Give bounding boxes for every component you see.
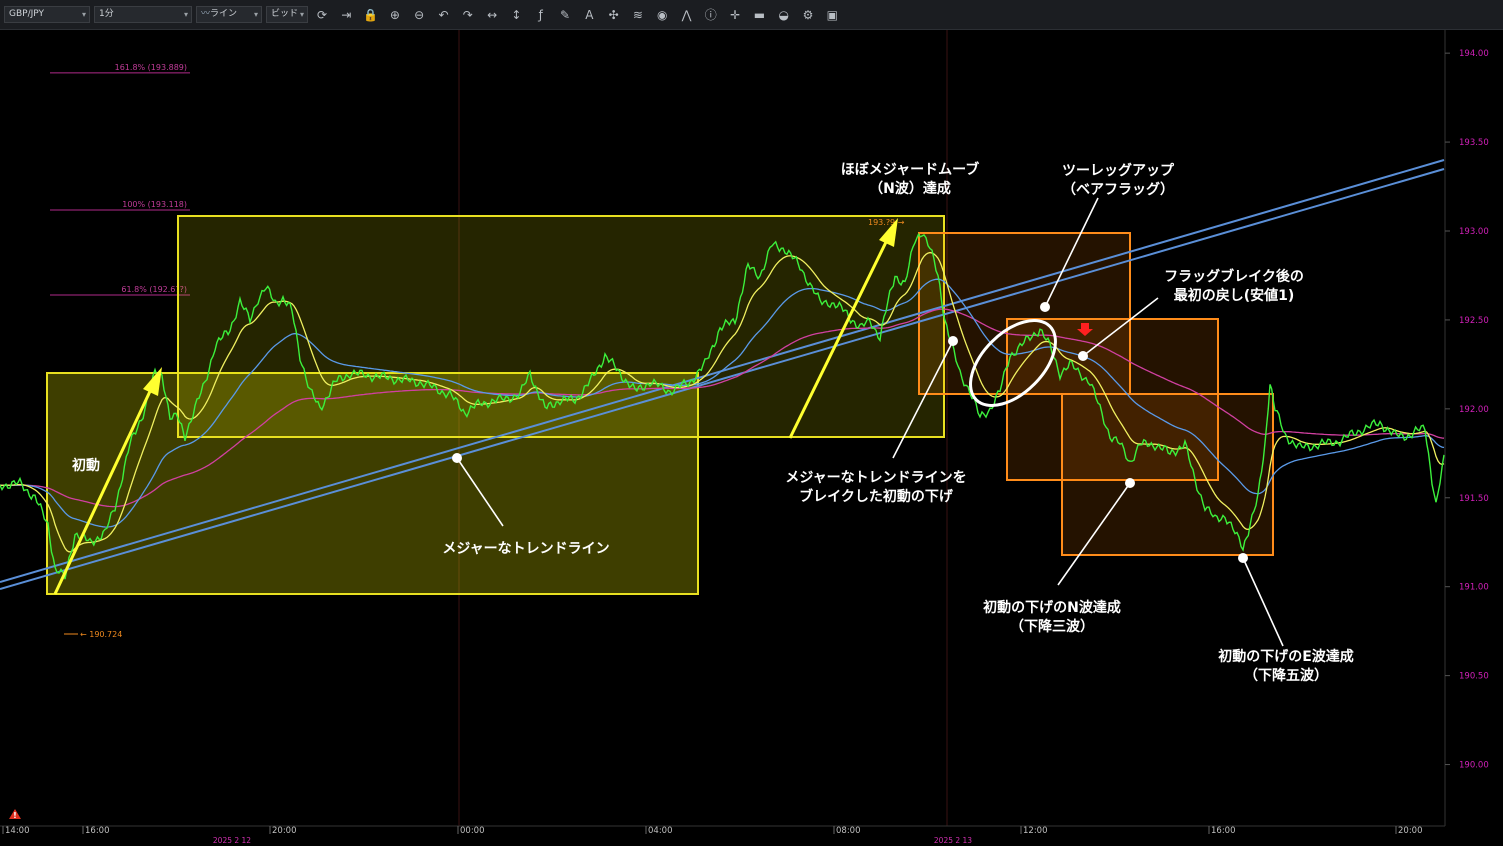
save-icon[interactable]: ▣ xyxy=(823,6,841,24)
low-marker-label: ← 190.724 xyxy=(80,630,122,639)
redo-icon[interactable]: ↷ xyxy=(459,6,477,24)
chevron-down-icon: ▾ xyxy=(81,10,86,19)
chart-style-value: ライン xyxy=(210,9,238,19)
pencil-icon[interactable]: ✎ xyxy=(556,6,574,24)
horizontal-arrows-icon[interactable]: ↔ xyxy=(483,6,501,24)
chart-toolbar: GBP/JPY ▾ 1分 ▾ 〰ライン ▾ ビッド ▾ ⟳ ⇥ 🔒 ⊕ ⊖ ↶ ↷ ↔ ↕ ƒ ✎ A ✣ ≋ ◉ ⋀… xyxy=(0,0,1503,30)
function-icon[interactable]: ƒ xyxy=(532,6,550,24)
symbol-select[interactable]: GBP/JPY ▾ xyxy=(4,6,90,23)
color-bars-icon[interactable]: ▬ xyxy=(750,6,768,24)
crosshair-icon[interactable]: ✣ xyxy=(605,6,623,24)
lock-icon[interactable]: 🔒 xyxy=(362,6,380,24)
chart-style-select[interactable]: 〰ライン ▾ xyxy=(196,6,262,23)
time-axis-label: 20:00 xyxy=(1398,826,1423,836)
price-axis-label: 190.00 xyxy=(1459,761,1489,771)
time-axis-label: 00:00 xyxy=(460,826,485,836)
price-side-value: ビッド xyxy=(271,9,299,19)
annotation-line: 初動の下げのN波達成 xyxy=(983,599,1121,616)
line-style-icon: 〰 xyxy=(201,9,211,19)
annotation-line: ほぼメジャードムーブ xyxy=(841,161,979,178)
price-axis-label: 193.00 xyxy=(1459,227,1489,237)
price-axis-label: 194.00 xyxy=(1459,49,1489,59)
warning-mark: ! xyxy=(13,811,17,820)
vertical-arrows-icon[interactable]: ↕ xyxy=(507,6,525,24)
time-axis-label: 08:00 xyxy=(836,826,861,836)
interval-select-value: 1分 xyxy=(99,9,114,19)
annotation-major-trendline: メジャーなトレンドライン xyxy=(442,541,609,557)
settings-icon[interactable]: ⚙ xyxy=(799,6,817,24)
annotation-line: メジャーなトレンドラインを xyxy=(785,470,966,486)
fib-level-label: 161.8% (193.889) xyxy=(115,63,187,72)
annotation-line: 最初の戻し(安値1) xyxy=(1174,287,1295,304)
price-side-select[interactable]: ビッド ▾ xyxy=(266,6,308,23)
time-axis-label: 04:00 xyxy=(648,826,673,836)
annotation-line: （下降五波） xyxy=(1244,667,1328,684)
chevron-down-icon: ▾ xyxy=(299,10,304,19)
price-axis-label: 191.00 xyxy=(1459,583,1489,593)
layers-icon[interactable]: ≋ xyxy=(629,6,647,24)
down-box-3 xyxy=(1061,393,1274,556)
time-axis-label: 16:00 xyxy=(1211,826,1236,836)
time-axis-label: 12:00 xyxy=(1023,826,1048,836)
annotation-line: ツーレッグアップ xyxy=(1062,162,1175,179)
chevron-down-icon: ▾ xyxy=(253,10,258,19)
indicator-icon[interactable]: ⋀ xyxy=(678,6,696,24)
text-icon[interactable]: A xyxy=(580,6,598,24)
fib-level-label: 100% (193.118) xyxy=(122,200,187,209)
time-axis-label: 16:00 xyxy=(85,826,110,836)
interval-select[interactable]: 1分 ▾ xyxy=(94,6,192,23)
annotation-line: 初動 xyxy=(72,457,100,474)
symbol-select-value: GBP/JPY xyxy=(9,9,44,19)
zoom-out-icon[interactable]: ⊖ xyxy=(410,6,428,24)
annotation-line: ブレイクした初動の下げ xyxy=(799,488,954,505)
cross-icon[interactable]: ✛ xyxy=(726,6,744,24)
price-chart[interactable]: 161.8% (193.889)100% (193.118)61.8% (192… xyxy=(0,30,1503,846)
price-axis-label: 192.00 xyxy=(1459,405,1489,415)
eye-icon[interactable]: ◉ xyxy=(653,6,671,24)
annotation-line: フラッグブレイク後の xyxy=(1164,268,1304,285)
undo-icon[interactable]: ↶ xyxy=(435,6,453,24)
time-axis-label: 20:00 xyxy=(272,826,297,836)
annotation-line: 初動の下げのE波達成 xyxy=(1218,648,1354,665)
annotation-line: （N波）達成 xyxy=(869,180,951,197)
price-axis-label: 190.50 xyxy=(1459,672,1489,682)
high-marker-label: 193.?9 → xyxy=(868,218,905,227)
annotation-line: （ベアフラッグ） xyxy=(1062,181,1174,198)
refresh-icon[interactable]: ⟳ xyxy=(313,6,331,24)
zoom-in-icon[interactable]: ⊕ xyxy=(386,6,404,24)
price-axis-label: 191.50 xyxy=(1459,494,1489,504)
annotation-line: （下降三波） xyxy=(1010,618,1094,635)
time-axis-label: 14:00 xyxy=(5,826,30,836)
price-axis-label: 192.50 xyxy=(1459,316,1489,326)
annotation-initial-move: 初動 xyxy=(72,457,100,474)
info-icon[interactable]: ⓘ xyxy=(702,6,720,24)
annotation-line: メジャーなトレンドライン xyxy=(442,541,609,557)
paint-bucket-icon[interactable]: ◒ xyxy=(775,6,793,24)
price-axis-label: 193.50 xyxy=(1459,138,1489,148)
jump-to-latest-icon[interactable]: ⇥ xyxy=(337,6,355,24)
date-axis-label: 2025 2 12 xyxy=(213,836,251,845)
date-axis-label: 2025 2 13 xyxy=(934,836,972,845)
chevron-down-icon: ▾ xyxy=(183,10,188,19)
